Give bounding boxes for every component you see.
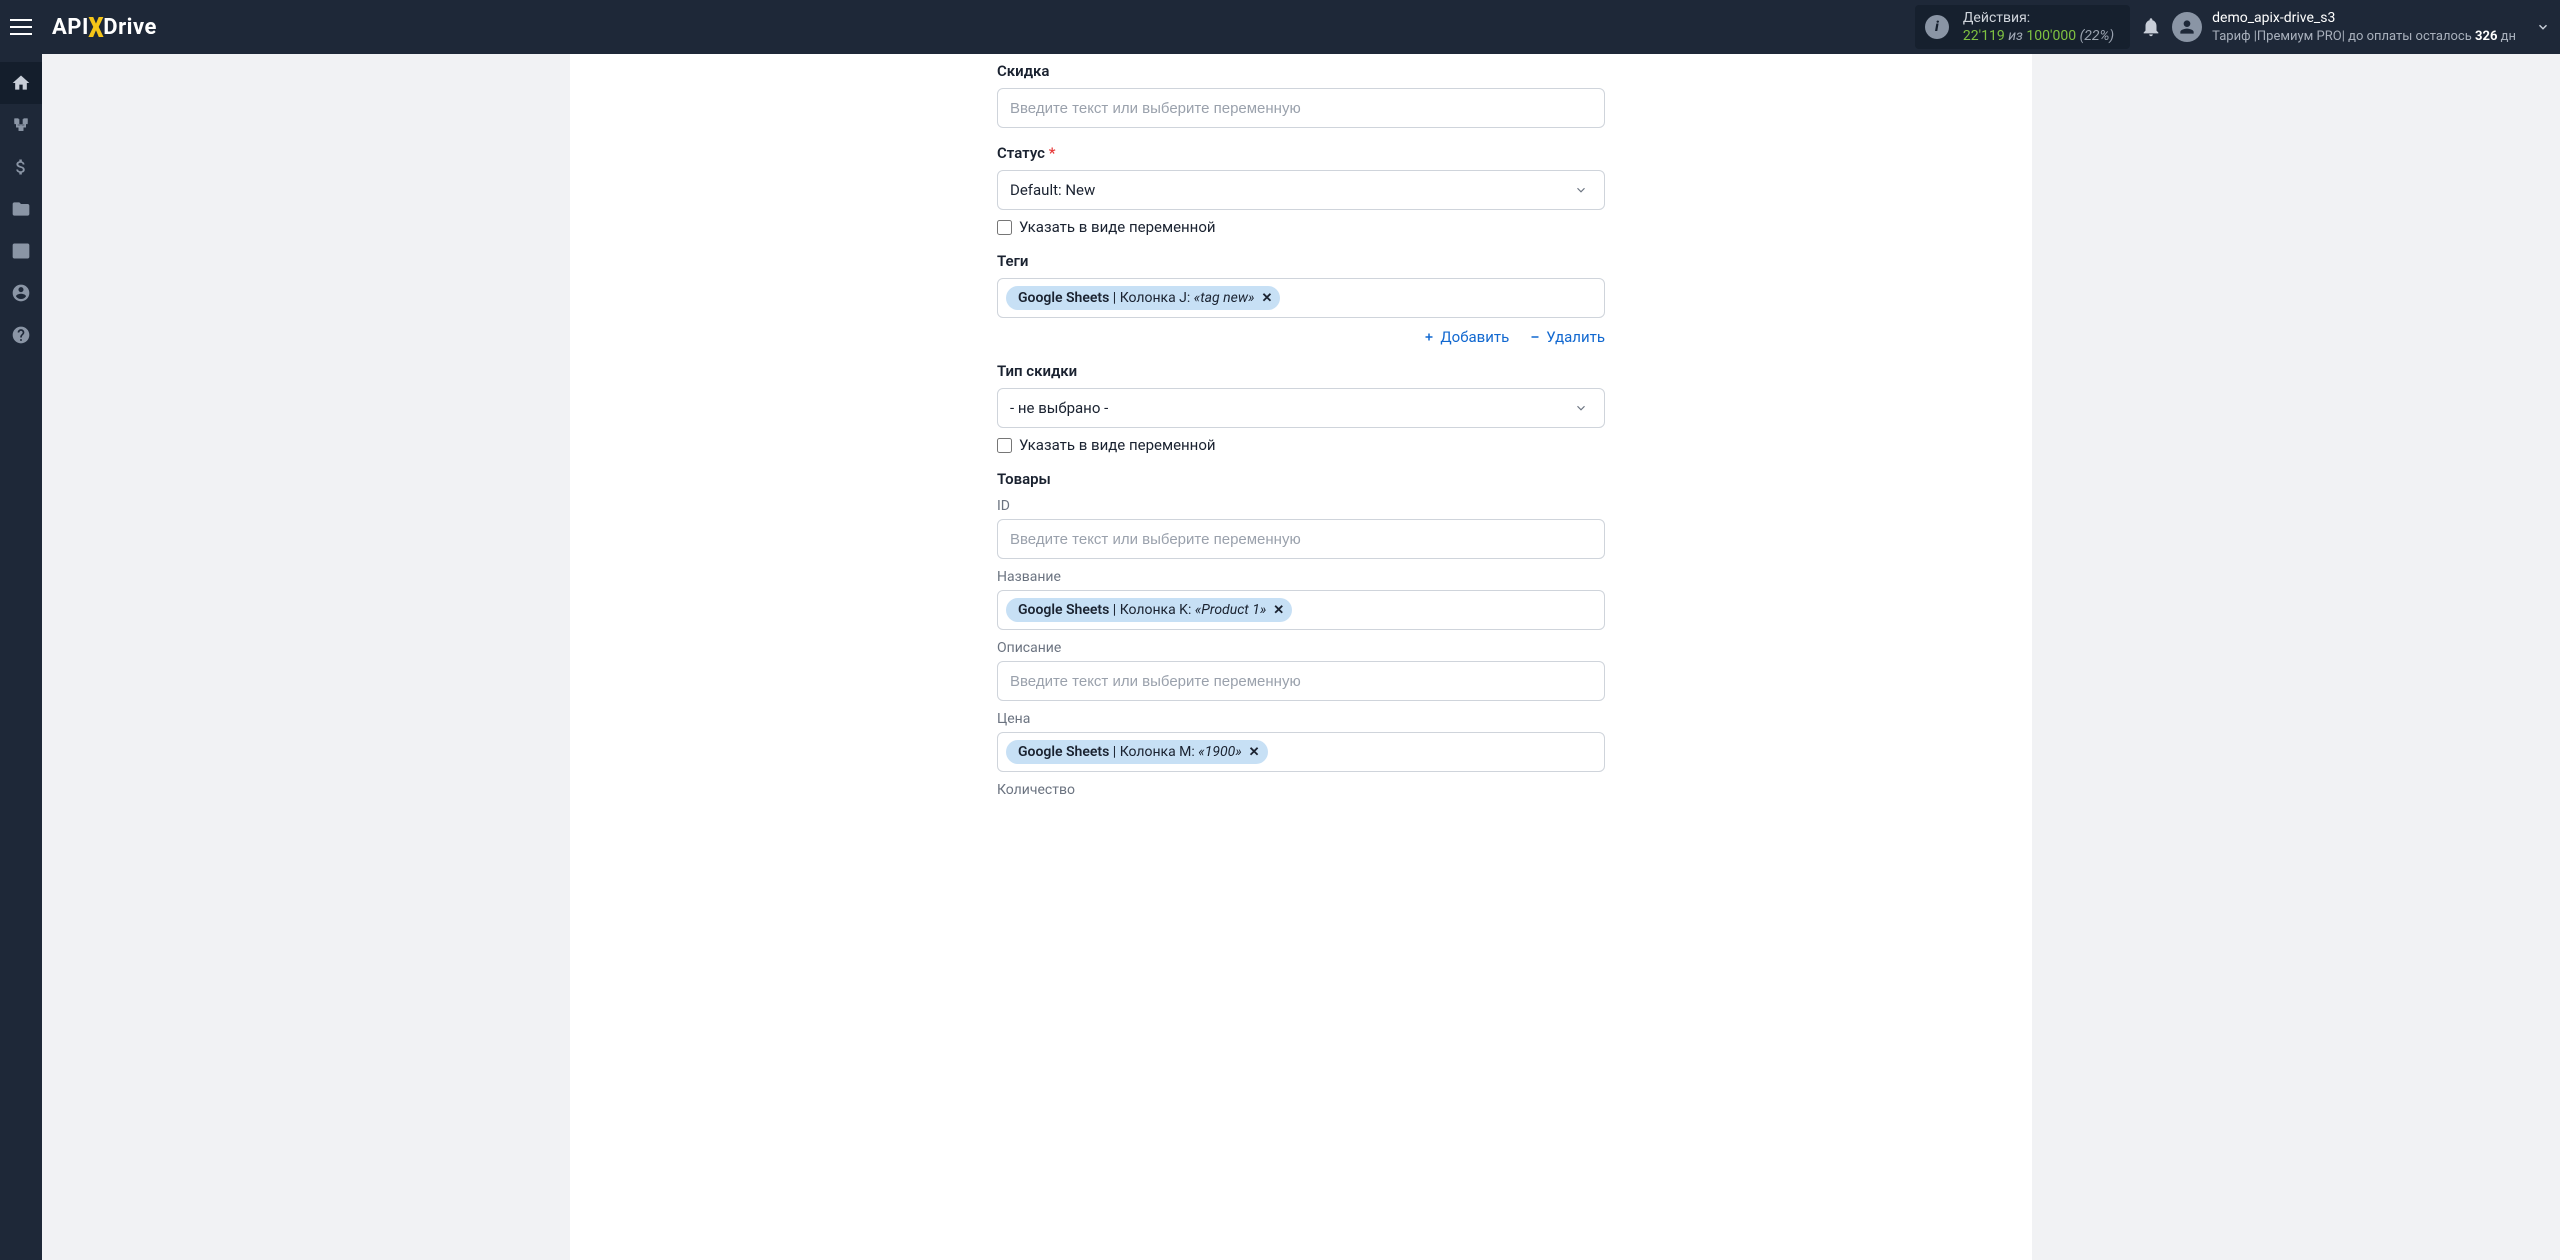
- actions-limit: 100'000: [2026, 28, 2076, 44]
- product-desc-input[interactable]: [997, 661, 1605, 701]
- product-price-label: Цена: [997, 711, 1605, 727]
- app-header: API X Drive i Действия: 22'119 из 100'00…: [0, 0, 2560, 54]
- status-value: Default: New: [1010, 181, 1095, 199]
- field-status: Статус * Default: New Указать в виде пер…: [997, 144, 1605, 236]
- discount-type-value: - не выбрано -: [1010, 399, 1108, 417]
- close-icon[interactable]: ✕: [1261, 291, 1272, 306]
- sidebar-item-billing[interactable]: [0, 146, 42, 188]
- chevron-down-icon: [1574, 183, 1588, 197]
- user-name: demo_apix-drive_s3: [2212, 9, 2516, 28]
- bell-icon[interactable]: [2140, 16, 2162, 38]
- sidebar-item-account[interactable]: [0, 272, 42, 314]
- minus-icon: [1529, 331, 1541, 343]
- actions-count: 22'119: [1963, 28, 2005, 44]
- user-info: demo_apix-drive_s3 Тариф |Премиум PRO| д…: [2212, 9, 2516, 45]
- field-discount-type: Тип скидки - не выбрано - Указать в виде…: [997, 362, 1605, 454]
- product-id-label: ID: [997, 498, 1605, 514]
- status-select[interactable]: Default: New: [997, 170, 1605, 210]
- sidebar-item-video[interactable]: [0, 230, 42, 272]
- product-qty-label: Количество: [997, 782, 1605, 798]
- actions-pct: (22%): [2080, 28, 2115, 44]
- main-content: Скидка Статус * Default: New Указать в в…: [42, 54, 2560, 1260]
- logo[interactable]: API X Drive: [52, 11, 157, 44]
- actions-label: Действия:: [1963, 9, 2114, 27]
- chevron-down-icon: [2536, 20, 2550, 34]
- menu-toggle[interactable]: [10, 12, 40, 42]
- user-tariff: Тариф |Премиум PRO| до оплаты осталось 3…: [2212, 28, 2516, 46]
- status-as-variable[interactable]: Указать в виде переменной: [997, 218, 1605, 236]
- sidebar-item-home[interactable]: [0, 62, 42, 104]
- form-section: Скидка Статус * Default: New Указать в в…: [997, 54, 1605, 798]
- logo-x-icon: X: [88, 11, 104, 44]
- logo-api: API: [52, 15, 89, 40]
- field-product-price: Цена Google Sheets | Колонка M: «1900» ✕: [997, 711, 1605, 772]
- field-product-name: Название Google Sheets | Колонка K: «Pro…: [997, 569, 1605, 630]
- discount-type-variable-checkbox[interactable]: [997, 438, 1012, 453]
- field-product-id: ID: [997, 498, 1605, 559]
- status-variable-label: Указать в виде переменной: [1019, 218, 1216, 236]
- tags-input[interactable]: Google Sheets | Колонка J: «tag new» ✕: [997, 278, 1605, 318]
- status-label: Статус *: [997, 144, 1605, 162]
- sidebar: [0, 54, 42, 1260]
- header-right: i Действия: 22'119 из 100'000 (22%) demo…: [1915, 5, 2550, 49]
- info-icon: i: [1925, 15, 1949, 39]
- field-discount: Скидка: [997, 62, 1605, 128]
- tags-actions: Добавить Удалить: [997, 328, 1605, 346]
- discount-type-label: Тип скидки: [997, 362, 1605, 380]
- field-product-qty: Количество: [997, 782, 1605, 798]
- content-panel: Скидка Статус * Default: New Указать в в…: [570, 54, 2032, 1260]
- user-menu[interactable]: demo_apix-drive_s3 Тариф |Премиум PRO| д…: [2172, 9, 2550, 45]
- tags-label: Теги: [997, 252, 1605, 270]
- plus-icon: [1423, 331, 1435, 343]
- logo-drive: Drive: [103, 15, 157, 40]
- actions-of: из: [2008, 28, 2023, 44]
- discount-type-as-variable[interactable]: Указать в виде переменной: [997, 436, 1605, 454]
- tag-chip[interactable]: Google Sheets | Колонка K: «Product 1» ✕: [1006, 598, 1292, 622]
- add-button[interactable]: Добавить: [1423, 328, 1509, 346]
- actions-text: Действия: 22'119 из 100'000 (22%): [1963, 9, 2114, 45]
- sidebar-item-projects[interactable]: [0, 188, 42, 230]
- discount-type-select[interactable]: - не выбрано -: [997, 388, 1605, 428]
- sidebar-item-help[interactable]: [0, 314, 42, 356]
- avatar-icon: [2172, 12, 2202, 42]
- product-desc-label: Описание: [997, 640, 1605, 656]
- discount-input[interactable]: [997, 88, 1605, 128]
- products-heading: Товары: [997, 470, 1605, 488]
- field-tags: Теги Google Sheets | Колонка J: «tag new…: [997, 252, 1605, 346]
- product-name-input[interactable]: Google Sheets | Колонка K: «Product 1» ✕: [997, 590, 1605, 630]
- status-variable-checkbox[interactable]: [997, 220, 1012, 235]
- discount-label: Скидка: [997, 62, 1605, 80]
- discount-type-variable-label: Указать в виде переменной: [1019, 436, 1216, 454]
- product-price-input[interactable]: Google Sheets | Колонка M: «1900» ✕: [997, 732, 1605, 772]
- actions-counter[interactable]: i Действия: 22'119 из 100'000 (22%): [1915, 5, 2130, 49]
- field-product-desc: Описание: [997, 640, 1605, 701]
- tag-chip[interactable]: Google Sheets | Колонка J: «tag new» ✕: [1006, 286, 1280, 310]
- close-icon[interactable]: ✕: [1249, 745, 1260, 760]
- tag-chip[interactable]: Google Sheets | Колонка M: «1900» ✕: [1006, 740, 1268, 764]
- sidebar-item-integrations[interactable]: [0, 104, 42, 146]
- chevron-down-icon: [1574, 401, 1588, 415]
- product-name-label: Название: [997, 569, 1605, 585]
- product-id-input[interactable]: [997, 519, 1605, 559]
- delete-button[interactable]: Удалить: [1529, 328, 1605, 346]
- close-icon[interactable]: ✕: [1273, 603, 1284, 618]
